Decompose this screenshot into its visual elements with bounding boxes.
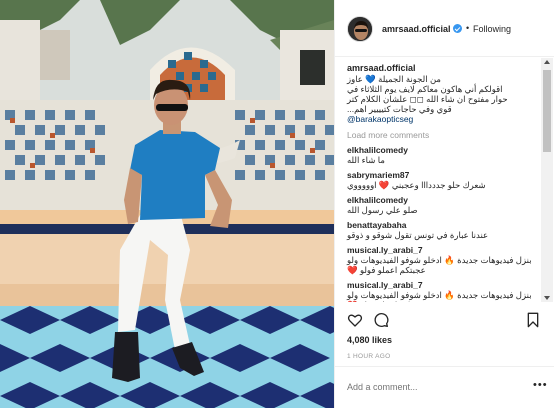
comment-username[interactable]: musical.ly_arabi_7 (347, 245, 532, 255)
following-button[interactable]: Following (473, 24, 511, 34)
more-options-icon[interactable]: ••• (533, 379, 548, 391)
comments-list[interactable]: amrsaad.official من الجونة الجميلة 💙 عاو… (335, 58, 544, 302)
comment-username[interactable]: elkhalilcomedy (347, 145, 532, 155)
comment-item: musical.ly_arabi_7 بنزل فيديوهات جديدة 🔥… (347, 280, 532, 302)
caption: amrsaad.official من الجونة الجميلة 💙 عاو… (347, 63, 532, 124)
bookmark-icon[interactable] (525, 312, 541, 328)
caption-username[interactable]: amrsaad.official (347, 63, 532, 73)
comments-scrollbar[interactable] (541, 58, 553, 302)
caption-line: حوار مفتوح ان شاء الله ◻◻ علشان الكلام ك… (347, 94, 508, 104)
comment-text: عندنا عبارة في تونس تقول شوقو و ذوقو (347, 230, 489, 240)
avatar[interactable] (347, 16, 373, 42)
scrollbar-thumb[interactable] (543, 70, 551, 152)
comment-text: ما شاء الله (347, 155, 385, 165)
verified-badge-icon (453, 24, 462, 33)
caption-line: اقولكم أني هاكون معاكم لايف يوم الثلاثاء… (347, 84, 503, 94)
comment-username[interactable]: sabrymariem87 (347, 170, 532, 180)
comment-item: sabrymariem87 شعرك حلو جدددااا وعجبني ❤️… (347, 170, 532, 190)
add-comment-bar: ••• (335, 366, 554, 408)
add-comment-input[interactable] (347, 380, 527, 394)
comment-item: elkhalilcomedy ما شاء الله (347, 145, 532, 165)
comment-icon[interactable] (373, 312, 389, 328)
caption-line: من الجونة الجميلة 💙 عاوز (347, 74, 441, 84)
caption-mention-link[interactable]: @barakaopticseg (347, 114, 532, 124)
caption-text: من الجونة الجميلة 💙 عاوز اقولكم أني هاكو… (347, 74, 532, 114)
comment-text: شعرك حلو جدددااا وعجبني ❤️ اوووووي (347, 180, 486, 190)
scroll-down-icon[interactable] (544, 296, 550, 300)
comment-text: صلو علي رسول الله (347, 205, 418, 215)
separator-dot: • (466, 23, 470, 33)
scroll-up-icon[interactable] (544, 60, 550, 64)
caption-line: قوي وفي حاجات كتيييير اهم... (347, 104, 452, 114)
post-photo[interactable] (0, 0, 334, 408)
comment-item: benattayabaha عندنا عبارة في تونس تقول ش… (347, 220, 532, 240)
avatar-image (348, 17, 372, 41)
post-username[interactable]: amrsaad.official (382, 24, 451, 34)
likes-count[interactable]: 4,080 likes (347, 335, 392, 345)
comment-username[interactable]: musical.ly_arabi_7 (347, 280, 532, 290)
post-panel: amrsaad.official • Following amrsaad.off… (334, 0, 554, 408)
comment-text: بنزل فيديوهات جديدة 🔥 ادخلو شوفو الفيديو… (347, 290, 532, 302)
comment-item: elkhalilcomedy صلو علي رسول الله (347, 195, 532, 215)
comment-text: بنزل فيديوهات جديدة 🔥 ادخلو شوفو الفيديو… (347, 255, 532, 275)
comment-username[interactable]: elkhalilcomedy (347, 195, 532, 205)
post-image (0, 0, 334, 408)
post-actions (335, 308, 554, 332)
comment-username[interactable]: benattayabaha (347, 220, 532, 230)
comment-item: musical.ly_arabi_7 بنزل فيديوهات جديدة 🔥… (347, 245, 532, 275)
post-header: amrsaad.official • Following (335, 0, 554, 57)
heart-icon[interactable] (347, 312, 363, 328)
post-timestamp[interactable]: 1 HOUR AGO (347, 353, 390, 360)
load-more-comments-button[interactable]: Load more comments (347, 130, 532, 140)
